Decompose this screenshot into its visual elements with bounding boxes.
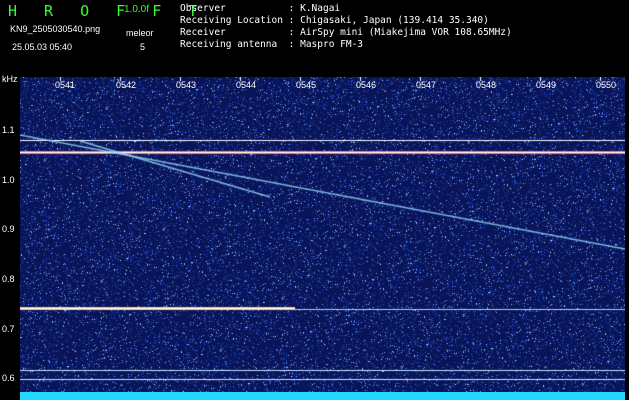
time-tick-0544: 0544 [236,80,257,90]
time-tick-0548: 0548 [476,80,497,90]
time-tick-0545: 0545 [296,80,317,90]
time-tick-0541: 0541 [55,80,76,90]
spectrogram-plot [20,77,625,395]
time-tick-0546: 0546 [356,80,377,90]
y-axis: kHz 1.1 1.0 0.9 0.8 0.7 0.6 [0,72,20,400]
meta-row-receiver: Receiver : AirSpy mini (Miakejima VOR 10… [180,27,512,38]
bottom-baseline-strip [20,392,625,400]
y-tick-1-1: 1.1 [2,125,15,135]
meta-row-observer: Observer : K.Nagai [180,3,341,14]
y-tick-0-7: 0.7 [2,324,15,334]
time-tick-0549: 0549 [536,80,557,90]
mode-label: meleor [126,28,154,38]
meta-row-location: Receiving Location : Chigasaki, Japan (1… [180,15,489,26]
time-tick-0542: 0542 [116,80,137,90]
mode-value: 5 [140,42,146,52]
header-panel: H R O F F T 1.0.0f KN9_2505030540.png me… [0,0,629,72]
meta-info: Observer : K.Nagai Receiving Location : … [180,3,512,51]
time-axis: 0541 0542 0543 0544 0545 0546 0547 0548 … [0,80,629,92]
datetime-label: 25.05.03 05:40 [12,42,73,52]
version-label: 1.0.0f [124,4,150,15]
meta-row-antenna: Receiving antenna : Maspro FM-3 [180,39,364,50]
filename-label: KN9_2505030540.png [10,24,101,34]
app-logo: H R O F F T [8,2,207,20]
time-tick-0550: 0550 [596,80,617,90]
y-tick-1-0: 1.0 [2,175,15,185]
y-tick-0-6: 0.6 [2,373,15,383]
y-tick-0-8: 0.8 [2,274,15,284]
y-tick-0-9: 0.9 [2,224,15,234]
spectrogram-canvas [20,77,625,395]
time-tick-0543: 0543 [176,80,197,90]
time-tick-0547: 0547 [416,80,437,90]
